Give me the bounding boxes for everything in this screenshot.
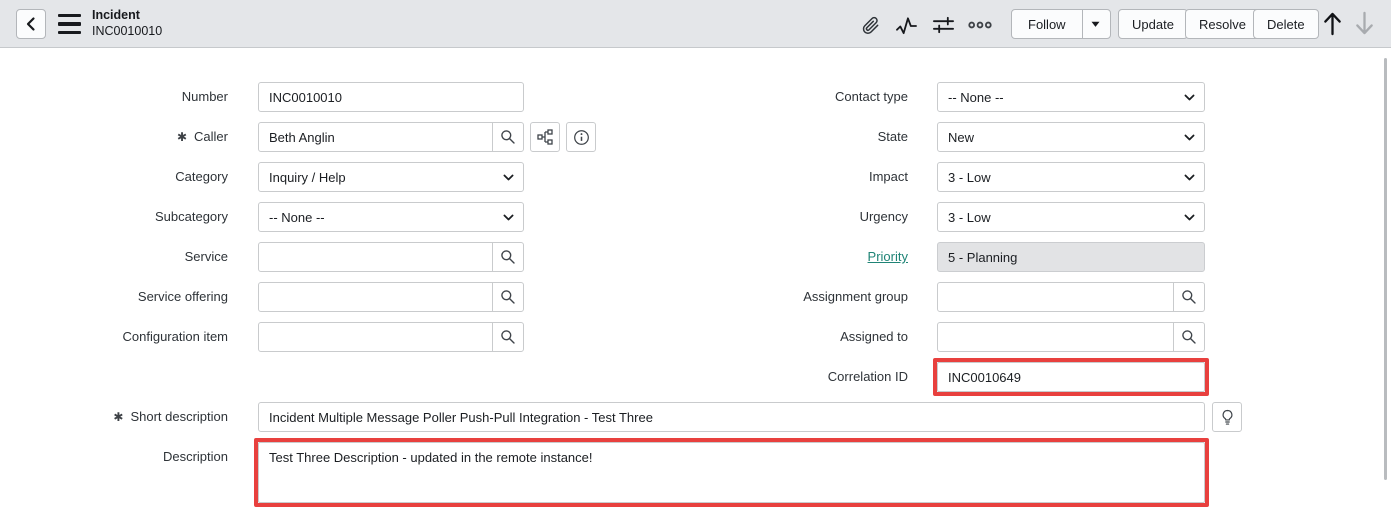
search-icon: [500, 129, 516, 145]
category-select[interactable]: Inquiry / Help: [258, 162, 524, 192]
org-chart-icon: [537, 129, 553, 145]
search-icon: [500, 249, 516, 265]
pulse-icon: [895, 15, 918, 36]
form-header-bar: Incident INC0010010 Follow Update Resolv…: [0, 0, 1391, 48]
impact-select[interactable]: 3 - Low: [937, 162, 1205, 192]
attachments-button[interactable]: [858, 13, 882, 37]
paperclip-icon: [860, 15, 881, 36]
caller-input[interactable]: [258, 122, 493, 152]
priority-link[interactable]: Priority: [868, 249, 908, 264]
chevron-left-icon: [24, 16, 38, 32]
chevron-down-icon: [1183, 171, 1196, 184]
service-input[interactable]: [258, 242, 493, 272]
assigned-to-input[interactable]: [937, 322, 1174, 352]
service-offering-input[interactable]: [258, 282, 493, 312]
arrow-up-icon: [1321, 11, 1344, 36]
record-title: Incident INC0010010: [92, 8, 162, 39]
follow-dropdown-button[interactable]: [1082, 10, 1109, 38]
assignment-group-input[interactable]: [937, 282, 1174, 312]
subcategory-label: Subcategory: [0, 202, 228, 232]
number-input[interactable]: [258, 82, 524, 112]
correlation-id-highlight: [933, 358, 1209, 396]
contact-type-label: Contact type: [700, 82, 908, 112]
assignment-group-label: Assignment group: [700, 282, 908, 312]
search-icon: [500, 329, 516, 345]
correlation-id-input[interactable]: [937, 362, 1205, 392]
context-menu-button[interactable]: [58, 14, 82, 34]
chevron-down-icon: [502, 211, 515, 224]
chevron-down-icon: [1183, 131, 1196, 144]
select-value: Inquiry / Help: [269, 170, 346, 185]
number-label: Number: [0, 82, 228, 112]
description-highlight: Test Three Description - updated in the …: [254, 438, 1209, 507]
impact-label: Impact: [700, 162, 908, 192]
personalize-form-button[interactable]: [931, 13, 955, 37]
service-label: Service: [0, 242, 228, 272]
assigned-to-search-button[interactable]: [1173, 322, 1205, 352]
back-button[interactable]: [16, 9, 46, 39]
record-number: INC0010010: [92, 24, 162, 40]
caller-search-button[interactable]: [492, 122, 524, 152]
state-select[interactable]: New: [937, 122, 1205, 152]
service-offering-label: Service offering: [0, 282, 228, 312]
subcategory-select[interactable]: -- None --: [258, 202, 524, 232]
configuration-item-search-button[interactable]: [492, 322, 524, 352]
resolve-button[interactable]: Resolve: [1185, 9, 1260, 39]
sliders-icon: [932, 15, 955, 35]
service-search-button[interactable]: [492, 242, 524, 272]
caret-down-icon: [1090, 20, 1101, 28]
state-label: State: [700, 122, 908, 152]
suggestion-button[interactable]: [1212, 402, 1242, 432]
select-value: 3 - Low: [948, 170, 991, 185]
short-description-input[interactable]: [258, 402, 1205, 432]
description-label: Description: [0, 442, 228, 472]
priority-label: Priority: [700, 242, 908, 272]
next-record-button[interactable]: [1352, 11, 1376, 35]
caller-label: ✱Caller: [0, 122, 228, 152]
search-icon: [1181, 329, 1197, 345]
chevron-down-icon: [1183, 211, 1196, 224]
mandatory-icon: ✱: [177, 130, 187, 144]
correlation-id-label: Correlation ID: [700, 362, 908, 392]
arrow-down-icon: [1353, 11, 1376, 36]
chevron-down-icon: [1183, 91, 1196, 104]
search-icon: [1181, 289, 1197, 305]
activity-stream-button[interactable]: [894, 13, 918, 37]
mandatory-icon: ✱: [113, 410, 123, 424]
previous-record-button[interactable]: [1320, 11, 1344, 35]
urgency-label: Urgency: [700, 202, 908, 232]
configuration-item-label: Configuration item: [0, 322, 228, 352]
select-value: 3 - Low: [948, 210, 991, 225]
select-value: -- None --: [948, 90, 1004, 105]
configuration-item-input[interactable]: [258, 322, 493, 352]
category-label: Category: [0, 162, 228, 192]
hamburger-icon: [58, 14, 81, 17]
short-description-label: ✱Short description: [0, 402, 228, 432]
update-button[interactable]: Update: [1118, 9, 1188, 39]
select-value: New: [948, 130, 974, 145]
urgency-select[interactable]: 3 - Low: [937, 202, 1205, 232]
priority-readonly-field: 5 - Planning: [937, 242, 1205, 272]
follow-button[interactable]: Follow: [1012, 10, 1082, 38]
follow-split-button: Follow: [1011, 9, 1111, 39]
info-icon: [573, 129, 590, 146]
more-options-button[interactable]: [968, 13, 992, 37]
lightbulb-icon: [1220, 409, 1235, 426]
caller-hierarchy-button[interactable]: [530, 122, 560, 152]
ellipsis-icon: [968, 19, 992, 31]
assignment-group-search-button[interactable]: [1173, 282, 1205, 312]
service-offering-search-button[interactable]: [492, 282, 524, 312]
incident-form: Number ✱Caller Category Inquiry / Help S…: [0, 49, 1391, 511]
vertical-scrollbar-thumb[interactable]: [1384, 58, 1387, 480]
search-icon: [500, 289, 516, 305]
caller-preview-button[interactable]: [566, 122, 596, 152]
select-value: -- None --: [269, 210, 325, 225]
description-textarea[interactable]: Test Three Description - updated in the …: [258, 442, 1205, 503]
assigned-to-label: Assigned to: [700, 322, 908, 352]
contact-type-select[interactable]: -- None --: [937, 82, 1205, 112]
page-title: Incident: [92, 8, 162, 24]
delete-button[interactable]: Delete: [1253, 9, 1319, 39]
chevron-down-icon: [502, 171, 515, 184]
